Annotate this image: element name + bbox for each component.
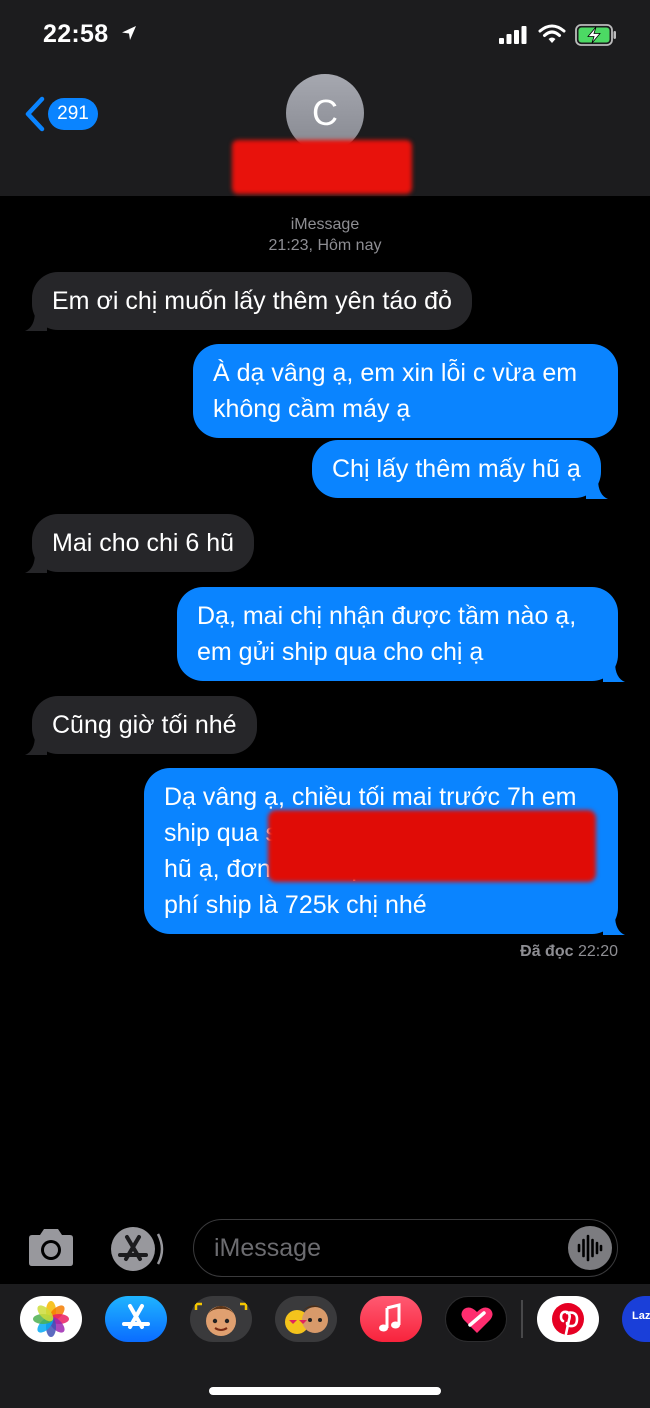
digital-touch-icon[interactable] [445, 1296, 507, 1342]
message-text: Chị lấy thêm mấy hũ ạ [332, 455, 581, 483]
read-receipt-time: 22:20 [577, 943, 618, 960]
home-indicator[interactable] [209, 1387, 441, 1395]
incoming-message[interactable]: Em ơi chị muốn lấy thêm yên táo đỏ [25, 272, 472, 331]
bubble-tail [25, 311, 47, 331]
status-bar: 22:58 [0, 0, 650, 70]
audio-message-button[interactable] [568, 1226, 612, 1270]
camera-icon[interactable] [25, 1228, 77, 1268]
lazada-label: Laz [632, 1310, 650, 1322]
message-text: Em ơi chị muốn lấy thêm yên táo đỏ [52, 287, 452, 315]
message-input[interactable] [214, 1220, 554, 1276]
memoji-icon[interactable] [190, 1296, 252, 1342]
read-receipt: Đã đọc 22:20 [520, 943, 618, 961]
back-chevron-icon[interactable] [24, 96, 46, 132]
wifi-icon [538, 24, 566, 43]
bubble-tail [25, 553, 47, 573]
thread-timestamp: 21:23, Hôm nay [268, 237, 382, 254]
lazada-icon[interactable]: Laz [622, 1296, 650, 1342]
message-input-field[interactable] [193, 1219, 618, 1277]
location-arrow-icon [122, 26, 136, 40]
app-store-icon[interactable] [105, 1296, 167, 1342]
message-text: Cũng giờ tối nhé [52, 711, 237, 739]
bubble-tail [603, 915, 625, 935]
conversation-header: 291 C [0, 70, 650, 196]
service-label: iMessage [290, 216, 360, 233]
incoming-message[interactable]: Cũng giờ tối nhé [25, 696, 257, 755]
bubble-tail [585, 479, 608, 499]
status-time: 22:58 [43, 20, 109, 48]
battery-charging-icon [575, 24, 616, 46]
message-text: À dạ vâng ạ, em xin lỗi c vừa em không c… [213, 359, 578, 423]
app-store-icon[interactable] [108, 1224, 164, 1274]
cellular-signal-icon [499, 26, 527, 44]
contact-name-redacted[interactable] [232, 140, 412, 194]
message-text: Mai cho chi 6 hũ [52, 529, 235, 557]
back-unread-badge[interactable]: 291 [48, 98, 98, 130]
outgoing-message[interactable]: À dạ vâng ạ, em xin lỗi c vừa em không c… [193, 344, 618, 438]
message-text: Dạ, mai chị nhận được tầm nào ạ, em gửi … [197, 602, 577, 666]
pinterest-icon[interactable] [537, 1296, 599, 1342]
animoji-stickers-icon[interactable] [275, 1296, 337, 1342]
bubble-tail [603, 662, 625, 682]
redaction-overlay [268, 810, 596, 882]
read-receipt-label: Đã đọc [520, 943, 574, 960]
music-icon[interactable] [360, 1296, 422, 1342]
photos-icon[interactable] [20, 1296, 82, 1342]
incoming-message[interactable]: Mai cho chi 6 hũ [25, 514, 255, 573]
outgoing-message[interactable]: Dạ, mai chị nhận được tầm nào ạ, em gửi … [177, 587, 625, 682]
drawer-divider [521, 1300, 523, 1338]
message-text-line: phí ship là 725k chị nhé [164, 891, 427, 919]
bubble-tail [25, 735, 47, 755]
outgoing-message[interactable]: Chị lấy thêm mấy hũ ạ [312, 440, 608, 499]
waveform-icon [577, 1234, 603, 1262]
